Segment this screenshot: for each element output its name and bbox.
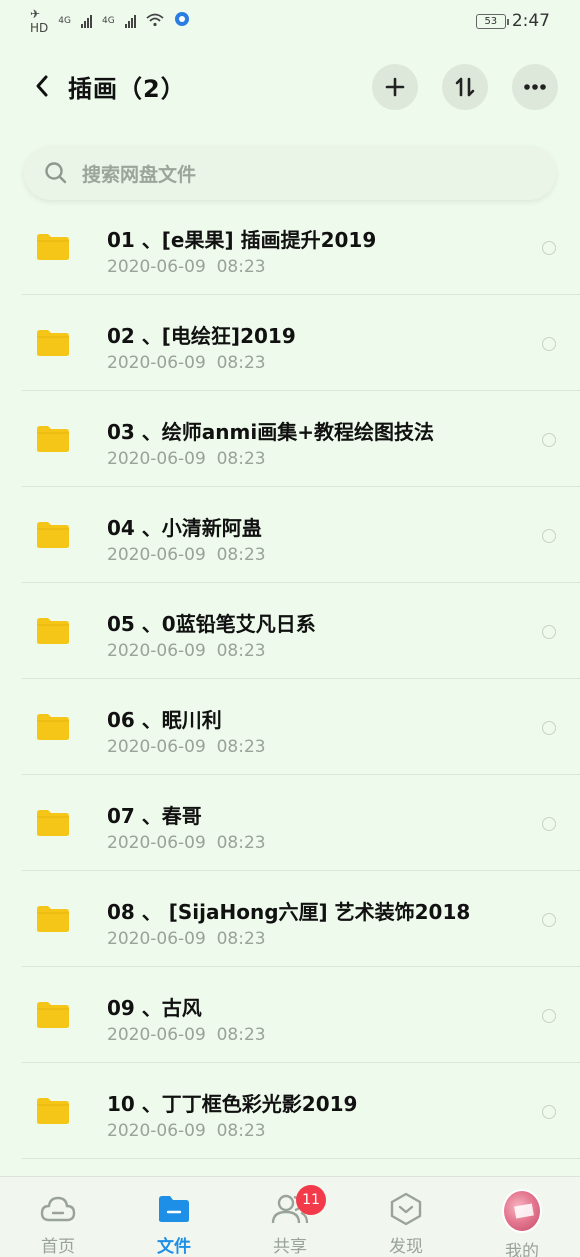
file-date: 2020-06-09 08:23	[107, 1025, 266, 1045]
bottom-nav: 首页 文件 11 共享 发现 我的	[0, 1176, 580, 1257]
folder-icon	[37, 330, 69, 356]
airplane-off-icon: ✈	[30, 7, 41, 21]
file-date: 2020-06-09 08:23	[107, 449, 266, 469]
file-row[interactable]: 10 、丁丁框色彩光影2019 2020-06-09 08:23	[22, 1063, 580, 1159]
nav-home[interactable]: 首页	[0, 1177, 116, 1257]
back-button[interactable]	[24, 66, 60, 106]
file-date: 2020-06-09 08:23	[107, 737, 266, 757]
nav-me-label: 我的	[505, 1242, 539, 1257]
battery-level: 53	[484, 15, 498, 27]
file-row[interactable]: 04 、小清新阿蛊 2020-06-09 08:23	[22, 487, 580, 583]
cloud-icon	[40, 1196, 76, 1221]
more-button[interactable]	[512, 64, 558, 110]
nav-files-label: 文件	[157, 1237, 191, 1257]
select-checkbox[interactable]	[542, 817, 556, 831]
file-row[interactable]: 03 、绘师anmi画集+教程绘图技法 2020-06-09 08:23	[22, 391, 580, 487]
select-checkbox[interactable]	[542, 625, 556, 639]
select-checkbox[interactable]	[542, 721, 556, 735]
network-label-1: 4G	[58, 15, 71, 26]
avatar	[502, 1189, 542, 1233]
file-date: 2020-06-09 08:23	[107, 353, 266, 373]
app-status-icon	[174, 11, 190, 31]
plus-icon	[385, 77, 405, 97]
clock: 2:47	[511, 11, 550, 31]
select-checkbox[interactable]	[542, 433, 556, 447]
file-name: 02 、[电绘狂]2019	[107, 324, 296, 348]
folder-icon	[37, 234, 69, 260]
search-icon	[45, 162, 67, 184]
folder-icon	[37, 1098, 69, 1124]
file-row[interactable]: 02 、[电绘狂]2019 2020-06-09 08:23	[22, 295, 580, 391]
sort-button[interactable]	[442, 64, 488, 110]
folder-icon	[37, 714, 69, 740]
wifi-icon	[146, 12, 164, 31]
status-bar: ✈ HD 4G 4G 53 2:47	[0, 0, 580, 42]
nav-discover-label: 发现	[389, 1237, 423, 1257]
file-row[interactable]: 05 、0蓝铅笔艾凡日系 2020-06-09 08:23	[22, 583, 580, 679]
folder-icon	[37, 1002, 69, 1028]
header: 插画（2）	[0, 54, 580, 118]
file-name: 07 、春哥	[107, 804, 202, 828]
file-row[interactable]: 06 、眠川利 2020-06-09 08:23	[22, 679, 580, 775]
signal-icon-1	[80, 14, 92, 28]
nav-files[interactable]: 文件	[116, 1177, 232, 1257]
share-badge: 11	[296, 1185, 326, 1215]
folder-icon	[159, 1195, 189, 1222]
search-input[interactable]: 搜索网盘文件	[24, 146, 556, 200]
file-name: 01 、[e果果] 插画提升2019	[107, 228, 377, 252]
network-label-2: 4G	[101, 15, 115, 26]
sort-icon	[455, 77, 475, 97]
chevron-left-icon	[36, 75, 48, 97]
select-checkbox[interactable]	[542, 337, 556, 351]
select-checkbox[interactable]	[542, 529, 556, 543]
select-checkbox[interactable]	[542, 1009, 556, 1023]
hd-label: HD	[30, 21, 49, 35]
file-list: 01 、[e果果] 插画提升2019 2020-06-09 08:23 02 、[电…	[0, 199, 580, 1159]
file-date: 2020-06-09 08:23	[107, 257, 266, 277]
add-button[interactable]	[372, 64, 418, 110]
select-checkbox[interactable]	[542, 913, 556, 927]
folder-icon	[37, 906, 69, 932]
folder-icon	[37, 618, 69, 644]
file-row[interactable]: 08 、 [SijaHong六厘] 艺术装饰2018 2020-06-09 08:…	[22, 871, 580, 967]
file-date: 2020-06-09 08:23	[107, 545, 266, 565]
file-row[interactable]: 01 、[e果果] 插画提升2019 2020-06-09 08:23	[22, 199, 580, 295]
select-checkbox[interactable]	[542, 1105, 556, 1119]
file-row[interactable]: 07 、春哥 2020-06-09 08:23	[22, 775, 580, 871]
nav-me[interactable]: 我的	[464, 1177, 580, 1257]
file-name: 09 、古风	[107, 996, 202, 1020]
folder-icon	[37, 810, 69, 836]
file-date: 2020-06-09 08:23	[107, 641, 266, 661]
file-name: 08 、 [SijaHong六厘] 艺术装饰2018	[107, 900, 471, 924]
folder-icon	[37, 522, 69, 548]
more-icon	[524, 84, 546, 90]
file-name: 06 、眠川利	[107, 708, 222, 732]
file-date: 2020-06-09 08:23	[107, 833, 266, 853]
file-date: 2020-06-09 08:23	[107, 1121, 266, 1141]
battery-icon: 53	[475, 13, 509, 29]
select-checkbox[interactable]	[542, 241, 556, 255]
discover-icon	[390, 1192, 422, 1225]
file-row[interactable]: 09 、古风 2020-06-09 08:23	[22, 967, 580, 1063]
signal-icon-2	[124, 14, 136, 28]
file-name: 10 、丁丁框色彩光影2019	[107, 1092, 358, 1116]
file-name: 04 、小清新阿蛊	[107, 516, 262, 540]
search-placeholder: 搜索网盘文件	[82, 163, 197, 186]
nav-discover[interactable]: 发现	[348, 1177, 464, 1257]
nav-share-label: 共享	[273, 1237, 307, 1257]
nav-home-label: 首页	[41, 1237, 75, 1257]
folder-icon	[37, 426, 69, 452]
file-name: 05 、0蓝铅笔艾凡日系	[107, 612, 316, 636]
page-title: 插画（2）	[68, 74, 186, 103]
file-name: 03 、绘师anmi画集+教程绘图技法	[107, 420, 434, 444]
file-date: 2020-06-09 08:23	[107, 929, 266, 949]
nav-share[interactable]: 11 共享	[232, 1177, 348, 1257]
